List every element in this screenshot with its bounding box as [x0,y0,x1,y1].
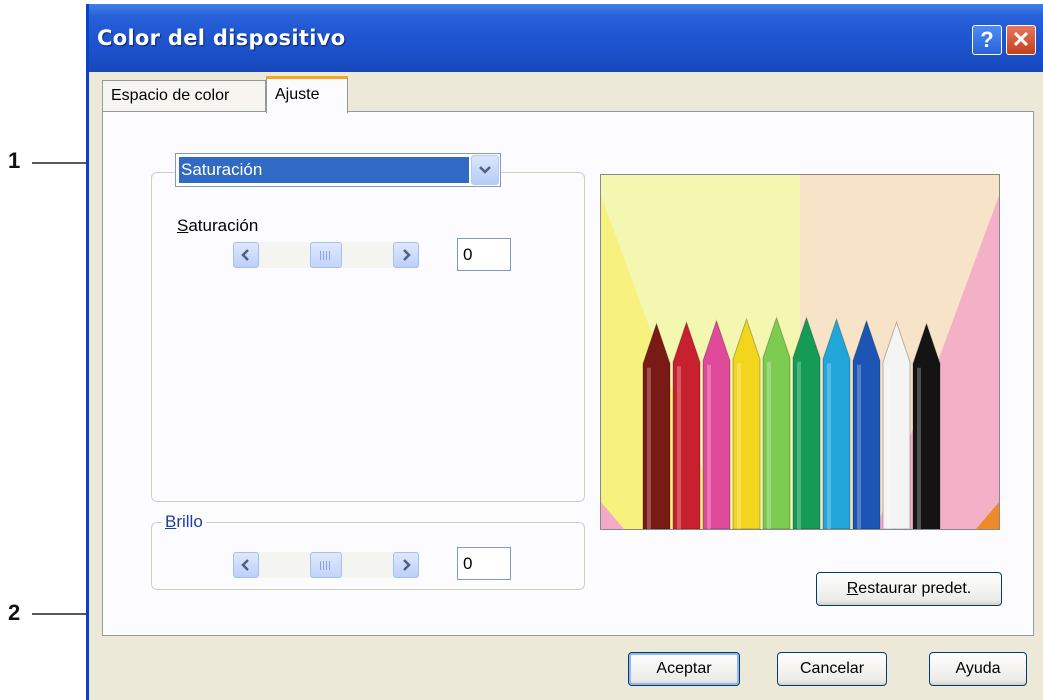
crayon [912,322,941,529]
crayon [732,317,761,529]
chevron-left-icon[interactable] [233,242,259,268]
help-icon[interactable]: ? [972,25,1002,55]
chevron-right-icon[interactable] [393,552,419,578]
brightness-label: Brillo [162,512,206,532]
device-color-dialog: Color del dispositivo ? ✕ Espacio de col… [86,4,1043,700]
cancel-button[interactable]: Cancelar [777,652,887,686]
saturation-value-field[interactable]: 0 [457,238,511,271]
callout-2-label: 2 [8,600,21,625]
crayon [642,322,671,529]
saturation-label: Saturación [177,216,259,235]
chevron-down-icon[interactable] [471,155,499,185]
restore-defaults-button[interactable]: Restaurar predet. [816,572,1002,606]
adjustment-type-dropdown[interactable]: Saturación [175,153,501,187]
window-title: Color del dispositivo [97,26,346,50]
help-button[interactable]: Ayuda [929,652,1027,686]
close-icon[interactable]: ✕ [1006,25,1036,55]
brightness-slider[interactable] [233,552,419,578]
crayon [852,319,881,529]
brightness-value-field[interactable]: 0 [457,547,511,580]
crayon [822,317,851,529]
chevron-left-icon[interactable] [233,552,259,578]
tab-adjustment[interactable]: Ajuste [266,76,348,113]
saturation-slider[interactable] [233,242,419,268]
dropdown-selected-value: Saturación [178,156,470,184]
saturation-thumb[interactable] [310,242,342,268]
crayon [762,316,791,529]
title-bar[interactable]: Color del dispositivo ? ✕ [89,4,1043,72]
crayon [792,316,821,529]
crayon [672,320,701,529]
brightness-thumb[interactable] [310,552,342,578]
crayon [882,320,911,529]
callout-1-label: 1 [8,148,21,173]
chevron-right-icon[interactable] [393,242,419,268]
accept-button[interactable]: Aceptar [628,652,740,686]
preview-image [600,174,1000,530]
crayons-image [601,175,999,529]
crayon [702,319,731,529]
tab-color-space[interactable]: Espacio de color [102,80,266,112]
adjustment-panel: Saturación Saturación 0 Brillo 0 Restaur… [102,111,1034,636]
